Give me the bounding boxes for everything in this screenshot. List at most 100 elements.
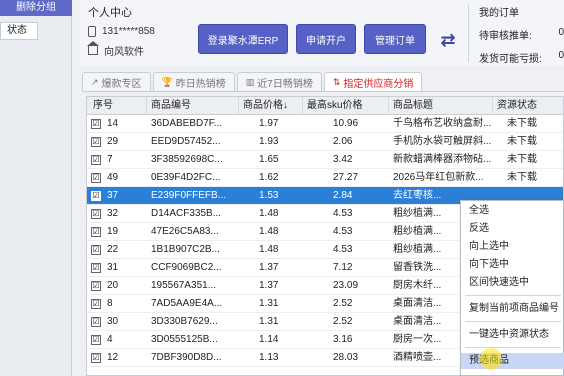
tab-supplier-distribution[interactable]: ⇅ 指定供应商分销	[323, 72, 423, 92]
cell-price: 1.14	[259, 334, 279, 345]
cell-max-sku: 4.53	[333, 244, 353, 255]
row-checkbox[interactable]: ☑	[91, 137, 101, 147]
user-center-title: 个人中心	[88, 7, 132, 19]
menu-select-all[interactable]: 全选	[461, 203, 564, 219]
cell-status: 未下载	[507, 154, 537, 165]
left-panel: 删除分组 状态	[0, 0, 72, 376]
cell-no: 14	[107, 118, 119, 129]
cell-price: 1.48	[259, 208, 279, 219]
tab-yesterday-hot[interactable]: 🏆 昨日热销榜	[152, 72, 235, 92]
menu-separator	[465, 295, 561, 296]
cell-title: 2026马年红包新款...	[393, 172, 484, 183]
home-icon	[87, 41, 99, 55]
cell-max-sku: 2.84	[333, 190, 353, 201]
cell-max-sku: 2.06	[333, 136, 353, 147]
cell-price: 1.31	[259, 316, 279, 327]
cell-price: 1.13	[259, 352, 279, 363]
manage-orders-button[interactable]: 管理订单	[364, 24, 426, 54]
table-row[interactable]: ☑ 14 36DABEBD7F... 1.97 10.96 千鸟格布艺收纳盒耐... 未下载	[87, 115, 563, 133]
col-header-no[interactable]: 序号	[87, 97, 147, 115]
menu-select-by-status[interactable]: 一键选中资源状态	[461, 327, 564, 343]
chart-icon: ▥	[245, 77, 255, 87]
table-row[interactable]: ☑ 29 EED9D57452... 1.93 2.06 手机防水袋可触屏斜... 未下载	[87, 133, 563, 151]
tab-hot-zone[interactable]: ↗ 爆款专区	[82, 72, 151, 92]
cell-code: 3D330B7629...	[151, 316, 218, 327]
cell-status: 未下载	[507, 118, 537, 129]
col-header-code[interactable]: 商品编号	[147, 97, 239, 115]
tab-bar: ↗ 爆款专区 🏆 昨日热销榜 ▥ 近7日畅销榜 ⇅ 指定供应商分销	[82, 72, 482, 92]
cell-status: 未下载	[507, 172, 537, 183]
tab-divider	[82, 91, 564, 92]
row-checkbox[interactable]: ☑	[91, 299, 101, 309]
menu-invert-selection[interactable]: 反选	[461, 221, 564, 237]
row-checkbox[interactable]: ☑	[91, 227, 101, 237]
row-checkbox[interactable]: ☑	[91, 335, 101, 345]
cell-price: 1.48	[259, 244, 279, 255]
row-checkbox[interactable]: ☑	[91, 353, 101, 363]
cell-no: 37	[107, 190, 119, 201]
refresh-icon[interactable]: ⇄	[438, 30, 458, 50]
trophy-icon: 🏆	[161, 77, 173, 87]
tab-7day-best[interactable]: ▥ 近7日畅销榜	[236, 72, 322, 92]
row-checkbox[interactable]: ☑	[91, 155, 101, 165]
cell-no: 8	[107, 298, 113, 309]
cell-max-sku: 3.16	[333, 334, 353, 345]
row-checkbox[interactable]: ☑	[91, 173, 101, 183]
tab-label: 昨日热销榜	[175, 79, 226, 90]
user-shop: 向风软件	[104, 47, 144, 58]
my-orders: 我的订单 待审核推单: 0 发货可能亏损: 0	[468, 4, 564, 65]
row-checkbox[interactable]: ☑	[91, 245, 101, 255]
cell-max-sku: 4.53	[333, 208, 353, 219]
row-checkbox[interactable]: ☑	[91, 281, 101, 291]
login-erp-button[interactable]: 登录聚水潭ERP	[198, 24, 288, 54]
table-row[interactable]: ☑ 49 0E39F4D2FC... 1.62 27.27 2026马年红包新款... 未下…	[87, 169, 563, 187]
orders-pending-label: 待审核推单:	[479, 31, 532, 42]
row-checkbox[interactable]: ☑	[91, 317, 101, 327]
menu-separator	[465, 347, 561, 348]
menu-copy-code[interactable]: 复制当前项商品编号	[461, 301, 564, 317]
apply-account-button[interactable]: 申请开户	[296, 24, 356, 54]
phone-icon	[88, 26, 96, 37]
status-tab[interactable]: 状态	[0, 22, 38, 40]
col-header-title[interactable]: 商品标题	[389, 97, 493, 115]
mouse-cursor-highlight	[480, 348, 502, 370]
orders-shipped-label: 发货可能亏损:	[479, 54, 542, 65]
orders-pending-value: 0	[558, 27, 564, 38]
menu-range-select[interactable]: 区间快速选中	[461, 275, 564, 291]
top-panel: 个人中心 131*****858 向风软件 登录聚水潭ERP 申请开户 管理订单…	[80, 0, 564, 66]
row-checkbox[interactable]: ☑	[91, 263, 101, 273]
row-checkbox[interactable]: ☑	[91, 191, 101, 201]
col-header-max-sku[interactable]: 最高sku价格	[303, 97, 389, 115]
cell-max-sku: 28.03	[333, 352, 359, 363]
cell-title: 新款蜡满棒器添物砧...	[393, 154, 492, 165]
trend-icon: ↗	[91, 77, 99, 87]
cell-price: 1.53	[259, 190, 279, 201]
orders-shipped-value: 0	[558, 50, 564, 61]
cell-code: 36DABEBD7F...	[151, 118, 223, 129]
cell-price: 1.97	[259, 118, 279, 129]
cell-code: 3D0555125B...	[151, 334, 218, 345]
menu-preselect-product[interactable]: 预选商品	[461, 353, 564, 369]
col-header-status[interactable]: 资源状态	[493, 97, 563, 115]
row-checkbox[interactable]: ☑	[91, 119, 101, 129]
cell-no: 19	[107, 226, 119, 237]
cell-no: 7	[107, 154, 113, 165]
cell-max-sku: 2.52	[333, 298, 353, 309]
col-header-price[interactable]: 商品价格↓	[239, 97, 303, 115]
cell-code: 1B1B907C2B...	[151, 244, 220, 255]
cell-price: 1.37	[259, 280, 279, 291]
supplier-icon: ⇅	[332, 77, 341, 87]
row-checkbox[interactable]: ☑	[91, 209, 101, 219]
cell-code: 0E39F4D2FC...	[151, 172, 221, 183]
tab-label: 指定供应商分销	[343, 79, 414, 90]
table-row[interactable]: ☑ 7 3F38592698C... 1.65 3.42 新款蜡满棒器添物砧... 未下载	[87, 151, 563, 169]
user-center: 个人中心 131*****858 向风软件	[87, 4, 198, 64]
cell-no: 20	[107, 280, 119, 291]
delete-group-button[interactable]: 删除分组	[0, 0, 72, 16]
menu-separator	[465, 321, 561, 322]
menu-select-up[interactable]: 向上选中	[461, 239, 564, 255]
cell-no: 4	[107, 334, 113, 345]
menu-select-down[interactable]: 向下选中	[461, 257, 564, 273]
cell-code: CCF9069BC2...	[151, 262, 222, 273]
cell-no: 22	[107, 244, 119, 255]
